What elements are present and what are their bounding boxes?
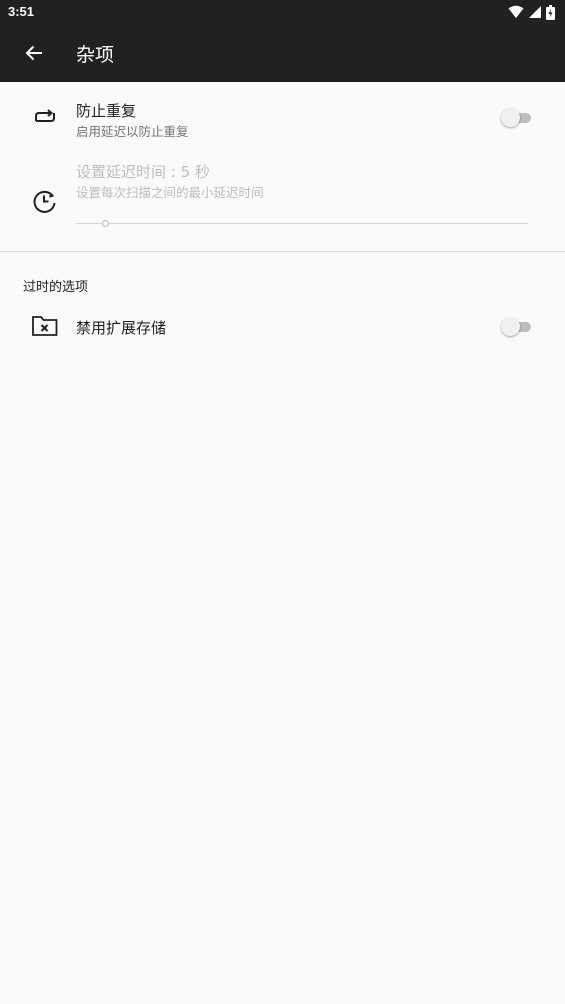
signal-icon [529,6,541,18]
pref-title: 防止重复 [76,102,137,120]
folder-off-icon-wrap [30,311,60,341]
prevent-duplicates-switch[interactable] [501,107,531,127]
battery-icon [546,4,555,20]
pref-title: 禁用扩展存储 [76,319,167,337]
pref-summary: 启用延迟以防止重复 [76,124,189,139]
back-button[interactable] [18,37,50,69]
timer-icon [33,190,56,213]
category-title: 过时的选项 [23,280,89,295]
status-icons [508,4,555,20]
folder-off-icon [32,316,58,336]
switch-thumb [501,317,520,336]
arrow-back-icon [25,45,42,61]
divider [0,251,565,252]
app-bar: 杂项 [0,24,565,82]
delay-slider[interactable] [76,218,528,230]
slider-thumb[interactable] [102,220,109,227]
repeat-icon [35,109,55,122]
slider-track [76,223,528,224]
disable-external-storage-switch[interactable] [501,316,531,336]
status-bar: 3:51 [0,0,565,24]
switch-thumb [501,108,520,127]
pref-summary: 设置每次扫描之间的最小延迟时间 [76,185,264,200]
page-title: 杂项 [76,44,115,66]
pref-disable-external-storage[interactable]: 禁用扩展存储 [0,300,565,352]
pref-title: 设置延迟时间 : 5 秒 [76,163,210,181]
repeat-icon-wrap [30,102,60,132]
pref-prevent-duplicates[interactable]: 防止重复 启用延迟以防止重复 [0,84,565,150]
status-time: 3:51 [8,4,35,19]
timer-icon-wrap [30,186,60,216]
pref-delay[interactable]: 设置延迟时间 : 5 秒 设置每次扫描之间的最小延迟时间 [0,150,565,250]
wifi-icon [508,5,524,18]
